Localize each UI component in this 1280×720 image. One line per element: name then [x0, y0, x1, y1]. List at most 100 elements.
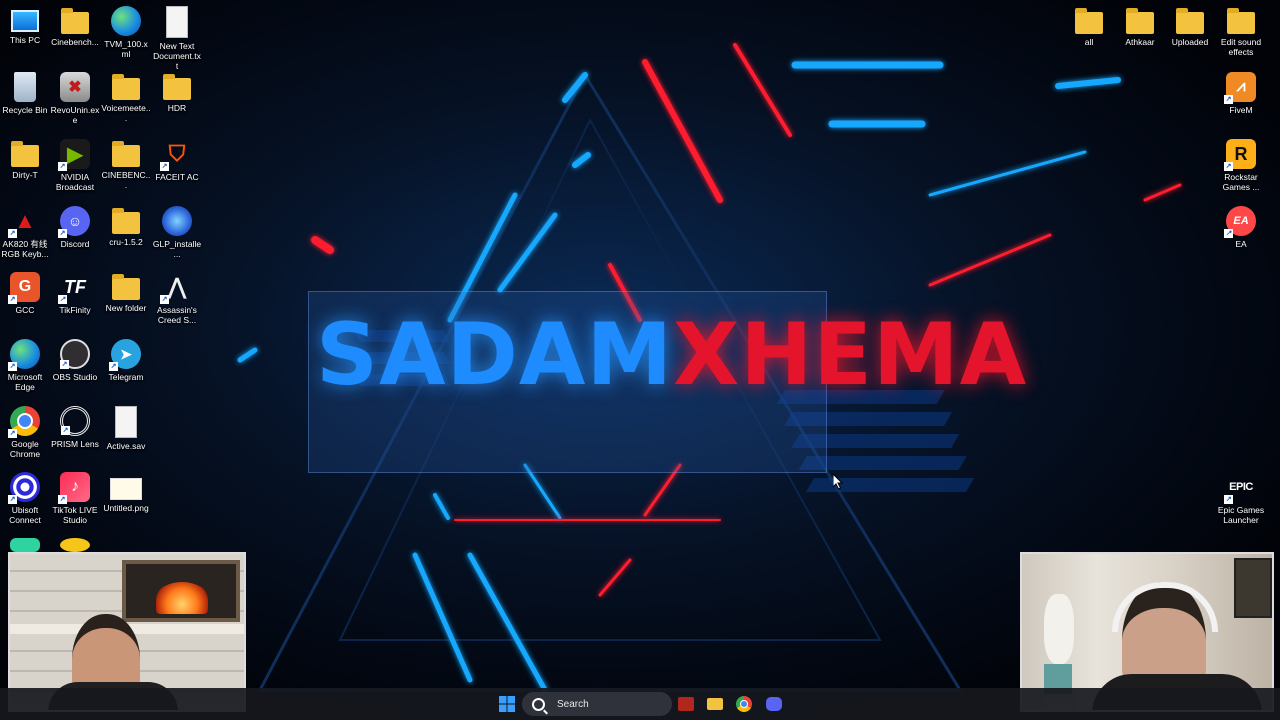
banner-text-part1: SADAM	[316, 305, 674, 405]
windows-start-icon	[499, 696, 515, 712]
document-icon	[115, 406, 137, 438]
desktop-icon-hdr-folder[interactable]: HDR	[152, 72, 202, 113]
desktop-icon-cinebench-folder-2[interactable]: CINEBENC...	[101, 139, 151, 190]
desktop-icon-dirty-t-folder[interactable]: Dirty-T	[0, 139, 50, 180]
desktop-icon-label: PRISM Lens	[51, 439, 99, 449]
taskbar-app-file-explorer[interactable]	[705, 694, 725, 714]
taskbar-search-box[interactable]	[522, 692, 672, 716]
nvidia-icon: ▶	[58, 139, 90, 171]
desktop-icon-gcc[interactable]: G GCC	[0, 272, 50, 315]
desktop-icon-athkaar-folder[interactable]: Athkaar	[1115, 6, 1165, 47]
desktop-icon-label: AK820 有线 RGB Keyb...	[1, 239, 49, 259]
ubisoft-icon	[8, 472, 40, 504]
desktop-icon-label: CINEBENC...	[101, 170, 151, 190]
desktop-icon-label: Cinebench...	[51, 37, 99, 47]
desktop-icon-nvidia-broadcast[interactable]: ▶ NVIDIA Broadcast	[50, 139, 100, 192]
desktop-icon-edit-sound-effects-folder[interactable]: Edit sound effects	[1216, 6, 1266, 57]
faceit-icon: ⛉	[160, 139, 192, 171]
folder-icon	[112, 208, 140, 234]
epic-games-icon: EPIC	[1224, 472, 1256, 504]
desktop-icon-revo-uninstaller[interactable]: ✖ RevoUnin.exe	[50, 72, 100, 125]
assassins-creed-icon: ⋀	[160, 272, 192, 304]
desktop-icon-label: RevoUnin.exe	[50, 105, 100, 125]
desktop-icon-assassins-creed[interactable]: ⋀ Assassin's Creed S...	[152, 272, 202, 325]
folder-icon	[112, 274, 140, 300]
desktop-icon-google-chrome[interactable]: Google Chrome	[0, 406, 50, 459]
desktop-icon-label: Voicemeete...	[101, 103, 151, 123]
desktop-icon-this-pc[interactable]: This PC	[0, 6, 50, 45]
desktop-icon-label: FiveM	[1229, 105, 1253, 115]
desktop-icon-ubisoft-connect[interactable]: Ubisoft Connect	[0, 472, 50, 525]
folder-icon	[1176, 8, 1204, 34]
discord-icon	[766, 697, 782, 711]
revo-uninstaller-icon: ✖	[60, 72, 90, 102]
discord-icon: ☺	[58, 206, 90, 238]
app-icon	[60, 538, 90, 552]
desktop-icon-label: TVM_100.xml	[104, 39, 148, 59]
folder-icon	[112, 141, 140, 167]
keyboard-app-icon: ▲	[8, 206, 40, 238]
search-input[interactable]	[555, 697, 659, 711]
desktop-icon-label: Untitled.png	[103, 503, 149, 513]
folder-icon	[11, 141, 39, 167]
glp-installer-icon	[162, 206, 192, 236]
desktop-icon-label: Microsoft Edge	[7, 372, 43, 392]
desktop-icon-tiktok-live-studio[interactable]: ♪ TikTok LIVE Studio	[50, 472, 100, 525]
desktop-icon-rockstar-games[interactable]: R Rockstar Games ...	[1216, 139, 1266, 192]
desktop-icon-label: Active.sav	[106, 441, 146, 451]
ea-icon: EA	[1224, 206, 1256, 238]
desktop-icon-new-folder[interactable]: New folder	[101, 272, 151, 313]
tikfinity-icon: TF	[58, 272, 90, 304]
desktop-icon-label: Ubisoft Connect	[9, 505, 41, 525]
start-button[interactable]	[497, 694, 517, 714]
desktop-icon-tikfinity[interactable]: TF TikFinity	[50, 272, 100, 315]
desktop-icon-microsoft-edge[interactable]: Microsoft Edge	[0, 339, 50, 392]
desktop-icon-ea[interactable]: EA EA	[1216, 206, 1266, 249]
desktop-icon-label: New Text Document.txt	[153, 41, 201, 71]
app-icon	[10, 538, 40, 552]
taskbar-app-chrome[interactable]	[734, 694, 754, 714]
desktop-icon-glp-installer[interactable]: GLP_installe...	[152, 206, 202, 259]
prism-lens-icon	[60, 406, 90, 436]
desktop-icon-uploaded-folder[interactable]: Uploaded	[1165, 6, 1215, 47]
desktop-icon-label: Assassin's Creed S...	[157, 305, 197, 325]
desktop-icon-obs-studio[interactable]: OBS Studio	[50, 339, 100, 382]
desktop-icon-recycle-bin[interactable]: Recycle Bin	[0, 72, 50, 115]
pc-icon	[11, 10, 39, 32]
fireplace-image	[122, 560, 240, 622]
desktop-icon-tvm-xml[interactable]: TVM_100.xml	[101, 6, 151, 59]
desktop-icon-telegram[interactable]: ➤ Telegram	[101, 339, 151, 382]
image-file-icon	[110, 478, 142, 500]
rockstar-icon: R	[1224, 139, 1256, 171]
desktop-icon-label: HDR	[167, 103, 187, 113]
taskbar-app-voicemod[interactable]	[676, 694, 696, 714]
desktop-icon-all-folder[interactable]: all	[1064, 6, 1114, 47]
chrome-icon	[736, 696, 752, 712]
desktop-icon-label: Telegram	[108, 372, 144, 382]
desktop-icon-label: Rockstar Games ...	[1222, 172, 1260, 192]
tikfinity-icon-glyph: TF	[64, 276, 86, 297]
taskbar-app-discord[interactable]	[764, 694, 784, 714]
desktop-icon-label: Google Chrome	[9, 439, 41, 459]
desktop-icon-voicemeeter-folder[interactable]: Voicemeete...	[101, 72, 151, 123]
desktop-icon-ak820-keyboard[interactable]: ▲ AK820 有线 RGB Keyb...	[0, 206, 50, 259]
desktop-icon-discord[interactable]: ☺ Discord	[50, 206, 100, 249]
desktop-icon-label: EA	[1235, 239, 1247, 249]
desktop-icon-fivem[interactable]: ⩘ FiveM	[1216, 72, 1266, 115]
voice-app-icon	[678, 697, 694, 711]
desktop-icon-label: all	[1084, 37, 1094, 47]
desktop-icon-new-text-document[interactable]: New Text Document.txt	[152, 6, 202, 71]
desktop-icon-epic-games-launcher[interactable]: EPIC Epic Games Launcher	[1216, 472, 1266, 525]
desktop-icon-label: FACEIT AC	[155, 172, 199, 182]
desktop-icon-cinebench-folder[interactable]: Cinebench...	[50, 6, 100, 47]
mouse-cursor-icon	[833, 474, 844, 490]
folder-icon	[1075, 8, 1103, 34]
desktop-icon-faceit-ac[interactable]: ⛉ FACEIT AC	[152, 139, 202, 182]
desktop-icon-cru-folder[interactable]: cru-1.5.2	[101, 206, 151, 247]
desktop-icon-untitled-png[interactable]: Untitled.png	[101, 472, 151, 513]
edge-icon	[111, 6, 141, 36]
desktop-icon-label: Epic Games Launcher	[1217, 505, 1265, 525]
edge-icon	[8, 339, 40, 371]
desktop-icon-active-sav[interactable]: Active.sav	[101, 406, 151, 451]
desktop-icon-prism-lens[interactable]: PRISM Lens	[50, 406, 100, 449]
